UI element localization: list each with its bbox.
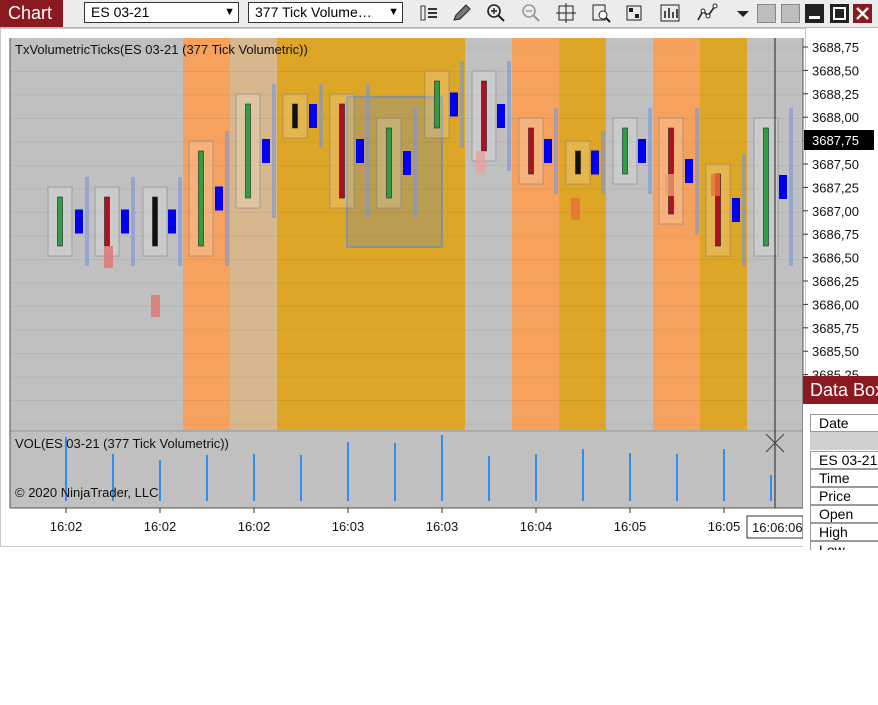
delta-bar bbox=[685, 159, 693, 183]
price-label: 3687,00 bbox=[812, 204, 859, 219]
price-label: 3685,50 bbox=[812, 344, 859, 359]
price-label: 3687,50 bbox=[812, 157, 859, 172]
volume-profile bbox=[366, 84, 370, 218]
volume-profile bbox=[789, 108, 793, 266]
delta-bar bbox=[309, 104, 317, 128]
candle-body bbox=[434, 80, 440, 129]
copyright-text: © 2020 NinjaTrader, LLC bbox=[15, 485, 159, 500]
imbalance-cell bbox=[571, 198, 580, 220]
price-label: 3688,50 bbox=[812, 63, 859, 78]
imbalance-cell bbox=[476, 151, 485, 173]
background-band bbox=[559, 38, 606, 430]
volume-profile bbox=[85, 177, 89, 266]
candle-body bbox=[622, 127, 628, 175]
background-band bbox=[512, 38, 559, 430]
delta-bar bbox=[75, 209, 83, 234]
candle-body bbox=[339, 103, 345, 199]
price-label: 3686,00 bbox=[812, 297, 859, 312]
volume-profile bbox=[225, 131, 229, 266]
databox-row-time: Time bbox=[810, 469, 878, 487]
time-label: 16:02 bbox=[50, 519, 83, 534]
databox-row-high: High bbox=[810, 523, 878, 541]
volume-profile bbox=[695, 108, 699, 234]
volume-profile bbox=[413, 108, 417, 218]
chart-canvas[interactable]: 3688,75 3688,50 3688,25 3688,00 3687,75 3687,… bbox=[0, 0, 878, 705]
databox-row-instrument: ES 03-21 bbox=[810, 451, 878, 469]
imbalance-cell bbox=[151, 295, 160, 317]
price-label: 3685,75 bbox=[812, 321, 859, 336]
time-label: 16:02 bbox=[144, 519, 177, 534]
time-label: 16:02 bbox=[238, 519, 271, 534]
volume-title: VOL(ES 03-21 (377 Tick Volumetric)) bbox=[15, 436, 229, 451]
delta-bar bbox=[638, 139, 646, 163]
volume-profile bbox=[554, 108, 558, 194]
candle-body bbox=[763, 127, 769, 247]
cursor-time-label: 16:06:06 bbox=[752, 520, 803, 535]
candle-body bbox=[528, 127, 534, 175]
candle-body bbox=[668, 127, 674, 215]
volume-profile bbox=[648, 108, 652, 194]
volume-profile bbox=[272, 84, 276, 218]
volume-profile bbox=[319, 84, 323, 148]
price-label: 3688,75 bbox=[812, 40, 859, 55]
delta-bar bbox=[121, 209, 129, 234]
price-label: 3688,00 bbox=[812, 110, 859, 125]
databox-row-price: Price bbox=[810, 487, 878, 505]
price-label: 3688,25 bbox=[812, 87, 859, 102]
price-label: 3686,75 bbox=[812, 227, 859, 242]
databox-row-open: Open bbox=[810, 505, 878, 523]
delta-bar bbox=[262, 139, 270, 163]
time-label: 16:03 bbox=[426, 519, 459, 534]
time-label: 16:05 bbox=[708, 519, 741, 534]
candle-body bbox=[575, 150, 581, 175]
imbalance-cell bbox=[711, 174, 720, 196]
candle-body bbox=[292, 103, 298, 129]
data-box-title: Data Box bbox=[803, 376, 878, 404]
candle-body bbox=[152, 196, 158, 247]
databox-row-low: Low bbox=[810, 541, 878, 550]
chart-title: TxVolumetricTicks(ES 03-21 (377 Tick Vol… bbox=[15, 42, 308, 57]
delta-bar bbox=[544, 139, 552, 163]
delta-bar bbox=[215, 186, 223, 211]
candle-body bbox=[245, 103, 251, 199]
candle-body bbox=[57, 196, 63, 247]
volume-profile bbox=[742, 154, 746, 266]
delta-bar bbox=[356, 139, 364, 163]
current-price-label: 3687,75 bbox=[812, 133, 859, 148]
databox-row-date: Date bbox=[810, 414, 878, 432]
delta-bar bbox=[450, 92, 458, 117]
time-label: 16:04 bbox=[520, 519, 553, 534]
volume-profile bbox=[178, 177, 182, 266]
delta-bar bbox=[168, 209, 176, 234]
candle-body bbox=[198, 150, 204, 247]
candle-body bbox=[386, 127, 392, 199]
volume-profile bbox=[601, 131, 605, 194]
delta-bar bbox=[732, 198, 740, 222]
imbalance-cell bbox=[104, 246, 113, 268]
background-band bbox=[653, 38, 700, 430]
delta-bar bbox=[403, 151, 411, 175]
data-box-panel[interactable]: Data Box Date ES 03-21 Time Price Open H… bbox=[803, 376, 878, 550]
candle-body bbox=[104, 196, 110, 247]
time-label: 16:03 bbox=[332, 519, 365, 534]
price-label: 3686,25 bbox=[812, 274, 859, 289]
candle-body bbox=[481, 80, 487, 152]
imbalance-cell bbox=[665, 174, 674, 196]
price-label: 3687,25 bbox=[812, 180, 859, 195]
price-label: 3686,50 bbox=[812, 251, 859, 266]
volume-profile bbox=[507, 61, 511, 171]
databox-row-blank bbox=[810, 432, 878, 450]
delta-bar bbox=[497, 104, 505, 128]
time-label: 16:05 bbox=[614, 519, 647, 534]
volume-profile bbox=[131, 177, 135, 266]
delta-bar bbox=[779, 175, 787, 199]
delta-bar bbox=[591, 150, 599, 175]
volume-profile bbox=[460, 61, 464, 148]
